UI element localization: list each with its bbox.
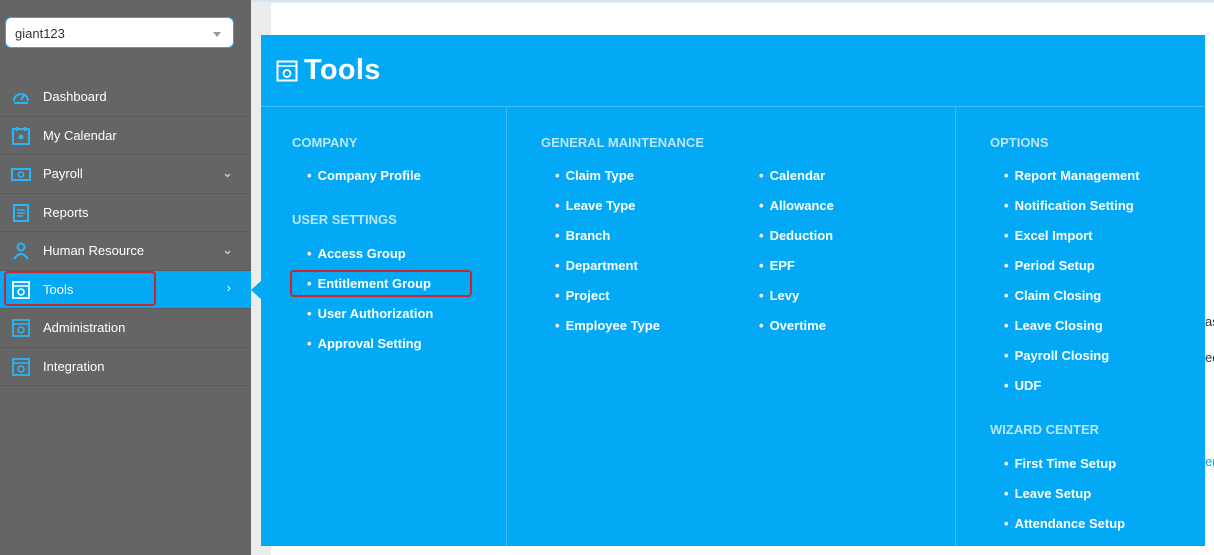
column-divider (506, 107, 507, 546)
company-select-value: giant123 (15, 26, 65, 41)
sidebar-item-label: Integration (43, 358, 105, 374)
menu-item-employee-type[interactable]: Employee Type (555, 318, 660, 333)
menu-item-claim-closing[interactable]: Claim Closing (1004, 288, 1102, 303)
person-icon (13, 242, 29, 260)
menu-item-allowance[interactable]: Allowance (759, 198, 834, 213)
menu-item-leave-setup[interactable]: Leave Setup (1004, 486, 1092, 501)
tools-highlight-box (4, 271, 156, 306)
top-border (251, 0, 1214, 2)
money-icon (11, 168, 31, 181)
calendar-icon (12, 126, 30, 145)
menu-item-calendar[interactable]: Calendar (759, 168, 826, 183)
background-link-fragment[interactable]: er (1205, 454, 1214, 469)
sidebar-item-label: Administration (43, 320, 126, 335)
background-text-fragment: ec (1205, 350, 1214, 365)
menu-item-period-setup[interactable]: Period Setup (1004, 258, 1095, 273)
sidebar-item-reports[interactable]: Reports (0, 194, 251, 232)
page-title: Tools (304, 54, 381, 86)
chevron-down-icon: ⌄ (222, 165, 233, 180)
sidebar-item-label: Reports (43, 204, 89, 220)
sidebar-item-dashboard[interactable]: Dashboard (0, 78, 251, 117)
menu-item-company-profile[interactable]: Company Profile (307, 168, 421, 183)
chevron-down-icon[interactable] (213, 32, 221, 37)
sidebar-item-payroll[interactable]: Payroll ⌄ (0, 155, 251, 194)
section-heading-company: COMPANY (292, 135, 358, 150)
sidebar: giant123 Dashboard My Calendar Payroll ⌄… (0, 0, 251, 555)
menu-item-deduction[interactable]: Deduction (759, 228, 834, 243)
sidebar-item-integration[interactable]: Integration (0, 348, 251, 386)
sidebar-item-human-resource[interactable]: Human Resource ⌄ (0, 232, 251, 271)
section-heading-general-maintenance: GENERAL MAINTENANCE (541, 135, 704, 150)
mega-menu-header: Tools (261, 35, 1205, 107)
sidebar-item-my-calendar[interactable]: My Calendar (0, 117, 251, 155)
menu-item-user-authorization[interactable]: User Authorization (307, 306, 434, 321)
section-heading-user-settings: USER SETTINGS (292, 212, 397, 227)
company-select[interactable]: giant123 (5, 17, 234, 48)
section-heading-wizard-center: WIZARD CENTER (990, 422, 1100, 437)
background-text-fragment: as (1205, 314, 1214, 329)
sidebar-item-administration[interactable]: Administration (0, 309, 251, 348)
entitlement-group-highlight-box (290, 270, 472, 297)
menu-item-access-group[interactable]: Access Group (307, 246, 406, 261)
chevron-down-icon: ⌄ (222, 242, 233, 257)
menu-item-levy[interactable]: Levy (759, 288, 800, 303)
tools-mega-menu: Tools COMPANY Company Profile USER SETTI… (261, 35, 1205, 546)
tools-icon (276, 60, 298, 82)
sidebar-item-label: My Calendar (43, 127, 117, 143)
menu-item-attendance-setup[interactable]: Attendance Setup (1004, 516, 1126, 531)
menu-item-branch[interactable]: Branch (555, 228, 611, 243)
menu-item-first-time-setup[interactable]: First Time Setup (1004, 456, 1117, 471)
menu-item-department[interactable]: Department (555, 258, 638, 273)
menu-item-notification-setting[interactable]: Notification Setting (1004, 198, 1134, 213)
gear-window-icon (12, 319, 30, 337)
menu-item-excel-import[interactable]: Excel Import (1004, 228, 1093, 243)
menu-item-leave-closing[interactable]: Leave Closing (1004, 318, 1103, 333)
sidebar-nav: Dashboard My Calendar Payroll ⌄ Reports … (0, 78, 251, 386)
sidebar-item-label: Human Resource (43, 243, 145, 258)
menu-item-udf[interactable]: UDF (1004, 378, 1042, 393)
integration-icon (12, 357, 30, 376)
menu-item-claim-type[interactable]: Claim Type (555, 168, 634, 183)
sidebar-item-label: Payroll (43, 166, 83, 181)
menu-item-approval-setting[interactable]: Approval Setting (307, 336, 422, 351)
chevron-right-icon: › (226, 279, 231, 295)
section-heading-options: OPTIONS (990, 135, 1049, 150)
menu-pointer-arrow (251, 281, 261, 299)
sidebar-item-label: Dashboard (43, 89, 107, 104)
menu-item-project[interactable]: Project (555, 288, 610, 303)
menu-item-report-management[interactable]: Report Management (1004, 168, 1140, 183)
column-divider (955, 107, 956, 546)
menu-item-leave-type[interactable]: Leave Type (555, 198, 636, 213)
menu-item-overtime[interactable]: Overtime (759, 318, 826, 333)
menu-item-epf[interactable]: EPF (759, 258, 795, 273)
gauge-icon (13, 93, 29, 104)
document-icon (13, 203, 29, 222)
menu-item-payroll-closing[interactable]: Payroll Closing (1004, 348, 1110, 363)
